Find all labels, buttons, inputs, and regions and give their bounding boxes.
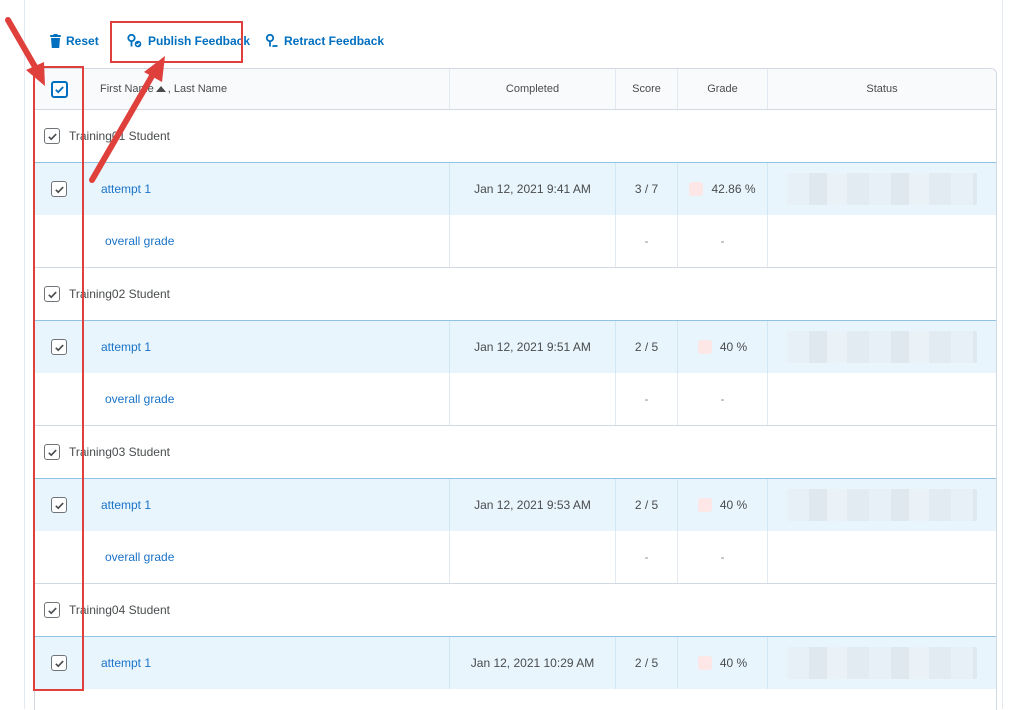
arrow-to-publish-icon bbox=[89, 56, 165, 183]
annotation-arrows bbox=[5, 17, 165, 183]
arrow-to-checkboxes-icon bbox=[5, 17, 45, 86]
